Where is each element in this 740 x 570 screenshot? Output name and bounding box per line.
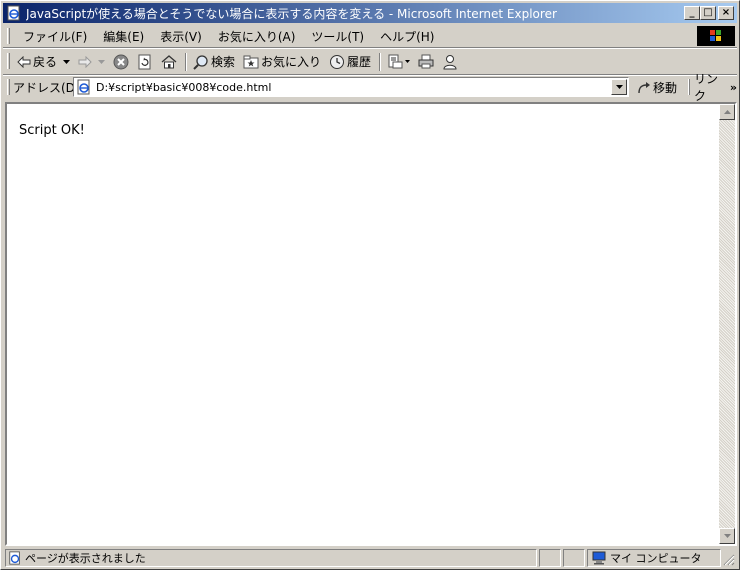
- status-pane-2: [563, 549, 585, 567]
- forward-dropdown-icon[interactable]: [98, 59, 106, 64]
- print-button[interactable]: [418, 54, 434, 70]
- chevron-right-icon[interactable]: »: [730, 81, 737, 94]
- menu-grip[interactable]: [7, 28, 10, 44]
- page-done-icon: [9, 551, 20, 565]
- standard-toolbar: 戻る 検索 お気に入り 履歴: [3, 49, 737, 75]
- forward-arrow-icon: [78, 55, 92, 68]
- back-label: 戻る: [33, 55, 58, 69]
- page-body-text: Script OK!: [19, 123, 85, 138]
- toolbar-grip[interactable]: [7, 53, 10, 69]
- back-dropdown-icon[interactable]: [63, 59, 71, 64]
- forward-button[interactable]: [78, 55, 106, 68]
- go-label: 移動: [653, 81, 678, 95]
- messenger-icon: [443, 54, 457, 69]
- windows-logo-icon: [697, 26, 735, 46]
- home-button[interactable]: [161, 54, 177, 70]
- scroll-up-icon: [723, 110, 731, 114]
- page-icon: [77, 79, 90, 95]
- back-arrow-icon: [17, 55, 31, 68]
- scroll-up-button[interactable]: [719, 104, 735, 120]
- status-message-pane: ページが表示されました: [5, 549, 537, 567]
- stop-icon: [113, 54, 129, 69]
- toolbar-separator: [379, 52, 382, 71]
- chevron-down-icon: [615, 85, 623, 89]
- home-icon: [161, 54, 177, 68]
- title-bar[interactable]: JavaScriptが使える場合とそうでない場合に表示する内容を変える - Mi…: [3, 3, 737, 23]
- zone-label: マイ コンピュータ: [610, 552, 702, 565]
- refresh-button[interactable]: [137, 54, 153, 70]
- status-pane-1: [539, 549, 561, 567]
- favorites-label: お気に入り: [261, 55, 322, 69]
- history-button[interactable]: 履歴: [329, 53, 371, 70]
- scroll-down-button[interactable]: [719, 528, 735, 544]
- go-arrow-icon: [638, 81, 650, 93]
- menu-help[interactable]: ヘルプ(H): [372, 28, 442, 45]
- window-title: JavaScriptが使える場合とそうでない場合に表示する内容を変える - Mi…: [26, 6, 557, 21]
- ie-page-icon: [7, 5, 20, 21]
- menu-favorites[interactable]: お気に入り(A): [210, 28, 304, 45]
- status-bar: ページが表示されました マイ コンピュータ: [3, 548, 737, 568]
- maximize-button[interactable]: □: [700, 6, 716, 20]
- stop-button[interactable]: [113, 54, 129, 70]
- address-grip[interactable]: [7, 79, 10, 95]
- search-button[interactable]: 検索: [193, 53, 235, 70]
- history-label: 履歴: [347, 55, 372, 69]
- minimize-button[interactable]: _: [684, 6, 700, 20]
- maximize-icon: □: [703, 7, 713, 18]
- messenger-button[interactable]: [442, 54, 458, 70]
- mail-button[interactable]: [387, 54, 411, 70]
- menu-bar: ファイル(F) 編集(E) 表示(V) お気に入り(A) ツール(T) ヘルプ(…: [3, 25, 737, 48]
- menu-edit[interactable]: 編集(E): [95, 28, 152, 45]
- browser-window: JavaScriptが使える場合とそうでない場合に表示する内容を変える - Mi…: [0, 0, 740, 570]
- toolbar-separator: [185, 52, 188, 71]
- address-label: アドレス(D): [13, 81, 80, 95]
- refresh-icon: [138, 54, 151, 69]
- security-zone: マイ コンピュータ: [587, 549, 721, 567]
- close-button[interactable]: ×: [718, 6, 734, 20]
- back-button[interactable]: 戻る: [17, 53, 71, 70]
- links-toolbar[interactable]: リンク »: [689, 72, 737, 103]
- close-icon: ×: [721, 7, 731, 18]
- address-bar: アドレス(D) D:¥script¥basic¥008¥code.html 移動…: [3, 72, 737, 103]
- search-label: 検索: [211, 55, 236, 69]
- scroll-down-icon: [723, 534, 731, 538]
- menu-file[interactable]: ファイル(F): [15, 28, 95, 45]
- vertical-scrollbar[interactable]: [719, 104, 735, 544]
- favorites-button[interactable]: お気に入り: [243, 53, 321, 70]
- address-input[interactable]: D:¥script¥basic¥008¥code.html: [73, 77, 629, 97]
- go-button[interactable]: 移動: [637, 79, 677, 96]
- address-dropdown-button[interactable]: [611, 79, 627, 95]
- mail-dropdown-icon[interactable]: [405, 60, 411, 63]
- minimize-icon: _: [689, 7, 695, 18]
- computer-icon: [592, 551, 606, 565]
- history-icon: [330, 54, 345, 69]
- search-icon: [193, 54, 208, 70]
- resize-grip-icon[interactable]: [723, 554, 735, 566]
- menu-view[interactable]: 表示(V): [152, 28, 210, 45]
- status-message: ページが表示されました: [25, 552, 146, 565]
- page-content[interactable]: Script OK!: [5, 102, 737, 546]
- favorites-icon: [243, 55, 259, 68]
- print-icon: [418, 54, 434, 68]
- links-label: リンク: [694, 72, 719, 103]
- menu-tools[interactable]: ツール(T): [303, 28, 372, 45]
- mail-icon: [388, 54, 403, 68]
- address-url[interactable]: D:¥script¥basic¥008¥code.html: [96, 81, 271, 94]
